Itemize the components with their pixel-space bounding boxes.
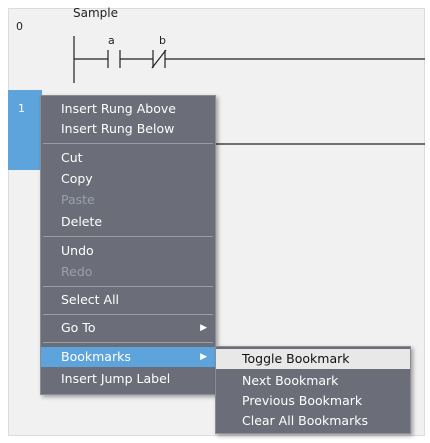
menu-item-insert-rung-below[interactable]: Insert Rung Below	[41, 119, 215, 139]
triangle-right-icon: ▶	[200, 323, 207, 333]
menu-separator	[43, 314, 213, 315]
menu-item-redo: Redo	[61, 264, 93, 279]
submenu-item-previous-bookmark[interactable]: Previous Bookmark	[216, 391, 410, 411]
menu-separator	[43, 342, 213, 343]
menu-item-undo[interactable]: Undo	[41, 241, 215, 261]
menu-item-select-all[interactable]: Select All	[41, 290, 215, 310]
menu-separator	[43, 236, 213, 237]
contact-a-no[interactable]	[107, 50, 121, 68]
menu-item-label: Go To	[61, 320, 96, 335]
rung-number-1: 1	[18, 102, 25, 115]
submenu-item-clear-all-bookmarks[interactable]: Clear All Bookmarks	[216, 411, 410, 431]
menu-item-bookmarks[interactable]: Bookmarks ▶	[41, 347, 215, 367]
context-menu: Insert Rung Above Insert Rung Below Cut …	[40, 95, 216, 395]
menu-separator	[43, 143, 213, 144]
bookmarks-submenu: Toggle Bookmark Next Bookmark Previous B…	[215, 346, 411, 434]
menu-item-insert-rung-above[interactable]: Insert Rung Above	[41, 99, 215, 119]
triangle-right-icon: ▶	[200, 352, 207, 362]
menu-item-insert-jump-label[interactable]: Insert Jump Label	[41, 369, 215, 389]
submenu-item-next-bookmark[interactable]: Next Bookmark	[216, 371, 410, 391]
menu-item-delete[interactable]: Delete	[41, 212, 215, 232]
menu-item-label: Bookmarks	[61, 349, 131, 364]
rung-1-selection[interactable]	[8, 90, 42, 170]
menu-item-paste: Paste	[61, 192, 95, 207]
submenu-item-toggle-bookmark[interactable]: Toggle Bookmark	[216, 349, 410, 369]
contact-b-nc[interactable]	[151, 49, 167, 69]
menu-separator	[43, 286, 213, 287]
menu-item-go-to[interactable]: Go To ▶	[41, 318, 215, 338]
menu-item-cut[interactable]: Cut	[41, 148, 215, 168]
menu-item-copy[interactable]: Copy	[41, 169, 215, 189]
